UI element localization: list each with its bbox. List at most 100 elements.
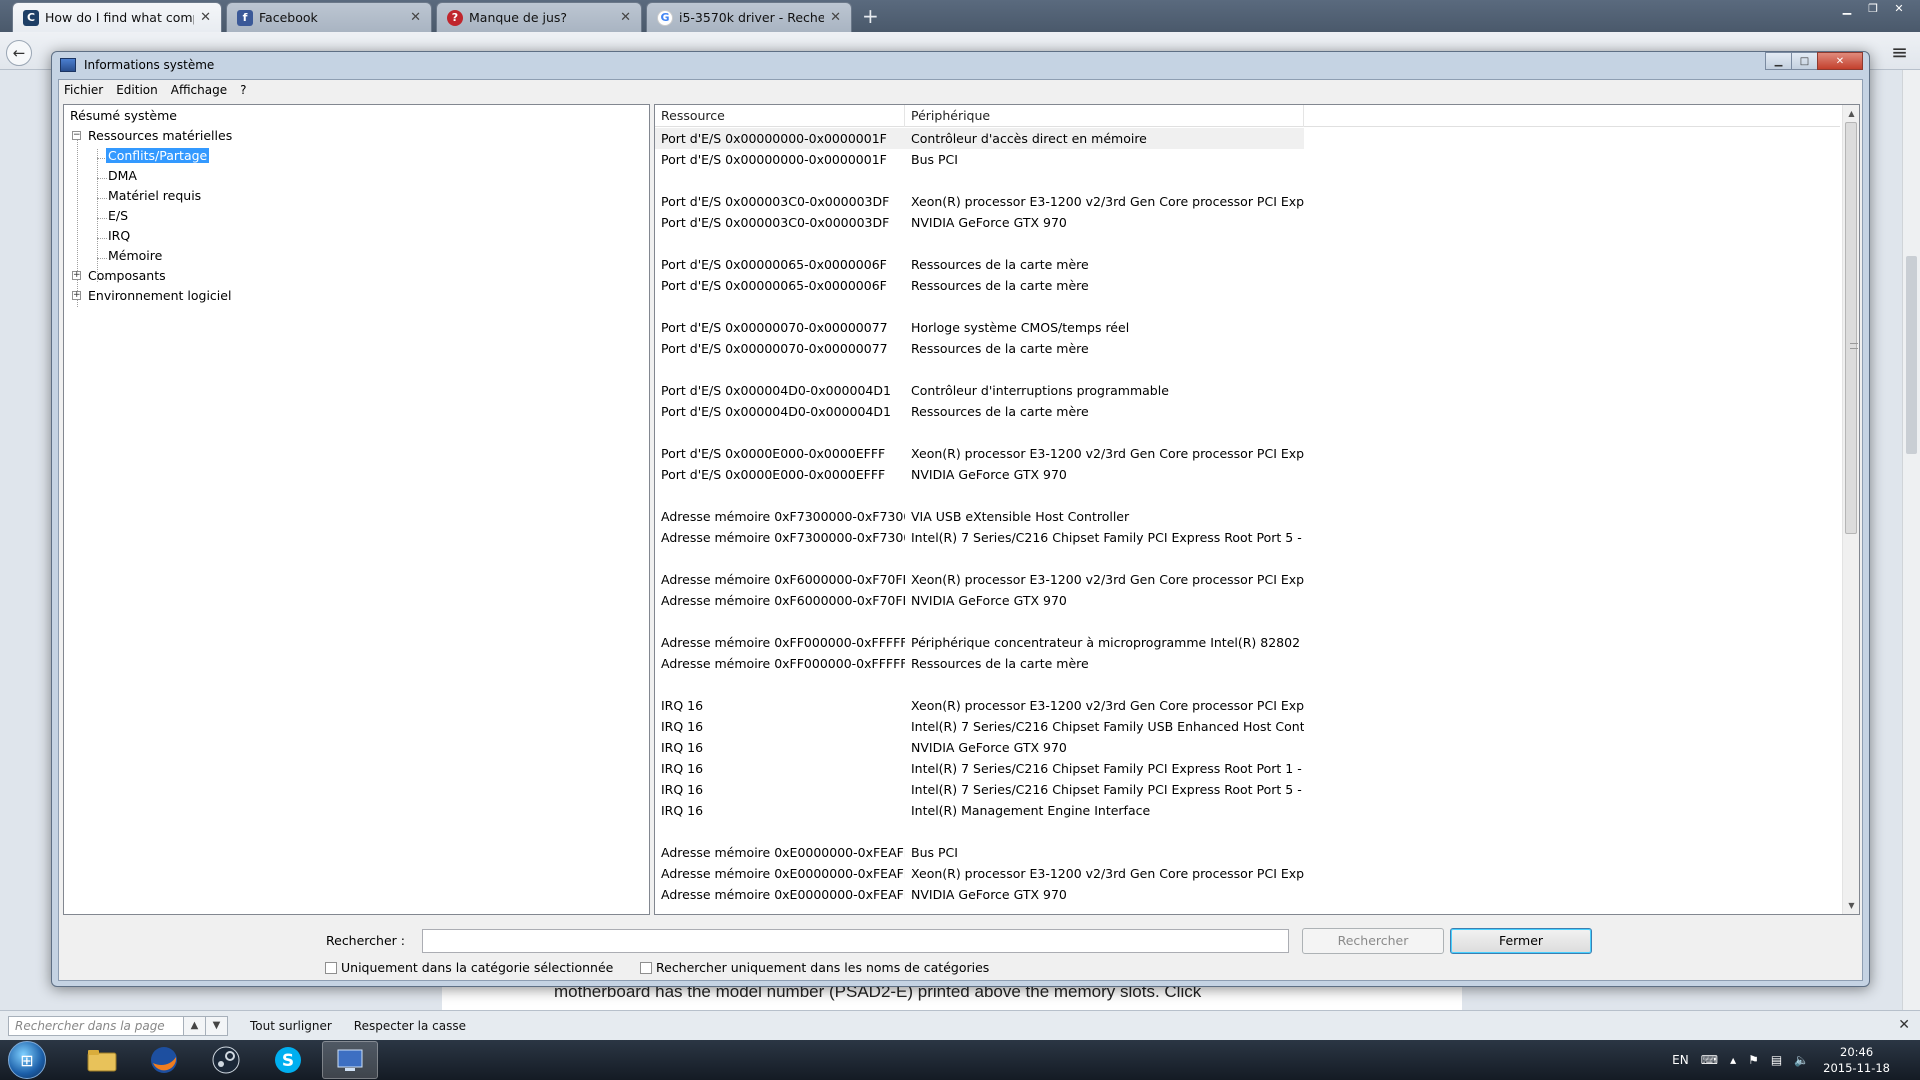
minimize-icon[interactable]: ▁ (1765, 52, 1792, 70)
menu-affichage[interactable]: Affichage (171, 83, 227, 97)
column-header-device[interactable]: Périphérique (905, 105, 1304, 127)
table-row[interactable]: Port d'E/S 0x00000065-0x0000006F Ressourc… (655, 275, 1840, 296)
table-row[interactable]: IRQ 16 Intel(R) 7 Series/C216 Chipset Fam… (655, 758, 1840, 779)
table-row[interactable]: Adresse mémoire 0xE0000000-0xFEAFFF... NV… (655, 884, 1840, 905)
tree-item-components[interactable]: Composants (86, 267, 168, 285)
search-button[interactable]: Rechercher (1302, 928, 1444, 954)
table-row[interactable]: Adresse mémoire 0xF7300000-0xF7300F... VI… (655, 506, 1840, 527)
action-center-flag-icon[interactable]: ⚑ (1748, 1053, 1759, 1067)
close-tab-icon[interactable]: ✕ (830, 10, 841, 25)
search-input[interactable] (422, 929, 1289, 953)
table-row[interactable] (655, 821, 1840, 842)
table-row[interactable] (655, 674, 1840, 695)
window-titlebar[interactable]: Informations système ▁ □ ✕ (52, 52, 1869, 78)
table-row[interactable]: IRQ 16 Xeon(R) processor E3-1200 v2/3rd G… (655, 695, 1840, 716)
table-row[interactable] (655, 422, 1840, 443)
tab-facebook[interactable]: f Facebook ✕ (226, 2, 432, 32)
table-row[interactable] (655, 611, 1840, 632)
table-row[interactable]: Adresse mémoire 0xF6000000-0xF70FFF... Xe… (655, 569, 1840, 590)
table-row[interactable] (655, 170, 1840, 191)
highlight-all-button[interactable]: Tout surligner (250, 1019, 332, 1033)
tree-item-conflicts-sharing[interactable]: Conflits/Partage (104, 147, 211, 165)
page-scrollbar-thumb[interactable] (1906, 256, 1917, 454)
checkbox-box[interactable] (325, 961, 337, 974)
table-row[interactable]: Adresse mémoire 0xF7300000-0xF7300F... In… (655, 527, 1840, 548)
find-previous-icon[interactable]: ▲ (184, 1015, 206, 1036)
show-hidden-icons-icon[interactable]: ▴ (1730, 1053, 1736, 1067)
network-icon[interactable]: ▤ (1771, 1053, 1782, 1067)
start-button[interactable]: ⊞ (8, 1041, 46, 1079)
table-row[interactable] (655, 359, 1840, 380)
tree-item-dma[interactable]: DMA (106, 167, 139, 185)
table-row[interactable]: Port d'E/S 0x000004D0-0x000004D1 Ressourc… (655, 401, 1840, 422)
table-row[interactable]: IRQ 16 NVIDIA GeForce GTX 970 (655, 737, 1840, 758)
close-tab-icon[interactable]: ✕ (410, 10, 421, 25)
find-next-icon[interactable]: ▼ (206, 1015, 228, 1036)
checkbox-box[interactable] (640, 961, 652, 974)
table-row[interactable] (655, 548, 1840, 569)
new-tab-button[interactable]: + (862, 4, 879, 28)
category-tree[interactable]: Résumé système − Ressources matérielles … (63, 104, 650, 915)
page-scrollbar[interactable] (1902, 70, 1920, 1010)
checkbox-category-names-only[interactable]: Rechercher uniquement dans les noms de c… (640, 960, 989, 975)
close-tab-icon[interactable]: ✕ (200, 10, 211, 25)
close-button[interactable]: Fermer (1450, 928, 1592, 954)
minimize-icon[interactable]: ▁ (1836, 0, 1858, 16)
tab-google-search[interactable]: G i5-3570k driver - Recherche... ✕ (646, 2, 852, 32)
menu-fichier[interactable]: Fichier (64, 83, 103, 97)
menu-help[interactable]: ? (240, 83, 246, 97)
close-findbar-icon[interactable]: ✕ (1898, 1017, 1910, 1033)
table-row[interactable]: Port d'E/S 0x00000070-0x00000077 Horloge … (655, 317, 1840, 338)
collapse-minus-icon[interactable]: − (72, 131, 81, 140)
table-row[interactable]: Adresse mémoire 0xE0000000-0xFEAFFF... Xe… (655, 863, 1840, 884)
tree-item-software-environment[interactable]: Environnement logiciel (86, 287, 233, 305)
volume-icon[interactable]: 🔈 (1794, 1053, 1809, 1067)
table-row[interactable]: Port d'E/S 0x00000000-0x0000001F Contrôle… (655, 128, 1304, 149)
tree-item-forced-hardware[interactable]: Matériel requis (106, 187, 203, 205)
table-row[interactable]: Port d'E/S 0x0000E000-0x0000EFFF Xeon(R) … (655, 443, 1840, 464)
clock[interactable]: 20:46 2015-11-18 (1823, 1044, 1890, 1076)
close-icon[interactable]: ✕ (1888, 0, 1910, 16)
table-row[interactable]: Port d'E/S 0x0000E000-0x0000EFFF NVIDIA G… (655, 464, 1840, 485)
list-scrollbar[interactable]: ▲ ▼ (1842, 105, 1859, 914)
table-row[interactable]: Port d'E/S 0x000004D0-0x000004D1 Contrôle… (655, 380, 1840, 401)
firefox-icon[interactable] (136, 1041, 192, 1079)
tree-item-hardware-resources[interactable]: Ressources matérielles (86, 127, 234, 145)
file-explorer-icon[interactable] (74, 1041, 130, 1079)
expand-plus-icon[interactable]: + (72, 291, 81, 300)
match-case-button[interactable]: Respecter la casse (354, 1019, 466, 1033)
tree-item-io[interactable]: E/S (106, 207, 130, 225)
scroll-up-icon[interactable]: ▲ (1843, 105, 1859, 122)
table-row[interactable]: IRQ 16 Intel(R) 7 Series/C216 Chipset Fam… (655, 716, 1840, 737)
steam-icon[interactable] (198, 1041, 254, 1079)
table-row[interactable]: Adresse mémoire 0xF6000000-0xF70FFF... NV… (655, 590, 1840, 611)
expand-plus-icon[interactable]: + (72, 271, 81, 280)
table-row[interactable]: Adresse mémoire 0xFF000000-0xFFFFFFFF Pér… (655, 632, 1840, 653)
table-row[interactable]: Port d'E/S 0x00000065-0x0000006F Ressourc… (655, 254, 1840, 275)
tab-manque-de-jus[interactable]: ? Manque de jus? ✕ (436, 2, 642, 32)
keyboard-icon[interactable]: ⌨ (1701, 1053, 1718, 1067)
close-tab-icon[interactable]: ✕ (620, 10, 631, 25)
table-row[interactable]: IRQ 16 Intel(R) 7 Series/C216 Chipset Fam… (655, 779, 1840, 800)
table-row[interactable]: Adresse mémoire 0xE0000000-0xFEAFFF... Bu… (655, 842, 1840, 863)
skype-icon[interactable]: S (260, 1041, 316, 1079)
table-row[interactable] (655, 296, 1840, 317)
table-row[interactable]: Port d'E/S 0x00000070-0x00000077 Ressourc… (655, 338, 1840, 359)
table-row[interactable]: Adresse mémoire 0xFF000000-0xFFFFFFFF Res… (655, 653, 1840, 674)
checkbox-selected-category-only[interactable]: Uniquement dans la catégorie sélectionné… (325, 960, 613, 975)
tree-item-irq[interactable]: IRQ (106, 227, 132, 245)
close-icon[interactable]: ✕ (1817, 52, 1863, 70)
table-row[interactable]: Port d'E/S 0x000003C0-0x000003DF Xeon(R) … (655, 191, 1840, 212)
menu-edition[interactable]: Edition (116, 83, 158, 97)
tree-item-memory[interactable]: Mémoire (106, 247, 164, 265)
maximize-icon[interactable]: □ (1791, 52, 1818, 70)
list-scrollbar-thumb[interactable] (1845, 122, 1858, 534)
system-info-taskbar-icon[interactable] (322, 1041, 378, 1079)
language-indicator[interactable]: EN (1672, 1053, 1689, 1067)
back-arrow-icon[interactable]: ← (6, 40, 32, 66)
table-row[interactable] (655, 485, 1840, 506)
table-row[interactable]: Port d'E/S 0x00000000-0x0000001F Bus PCI (655, 149, 1840, 170)
tab-how-do-i-find[interactable]: C How do I find what compu... ✕ (12, 2, 222, 32)
menu-hamburger-icon[interactable]: ≡ (1891, 40, 1908, 64)
table-row[interactable]: Port d'E/S 0x000003C0-0x000003DF NVIDIA G… (655, 212, 1840, 233)
